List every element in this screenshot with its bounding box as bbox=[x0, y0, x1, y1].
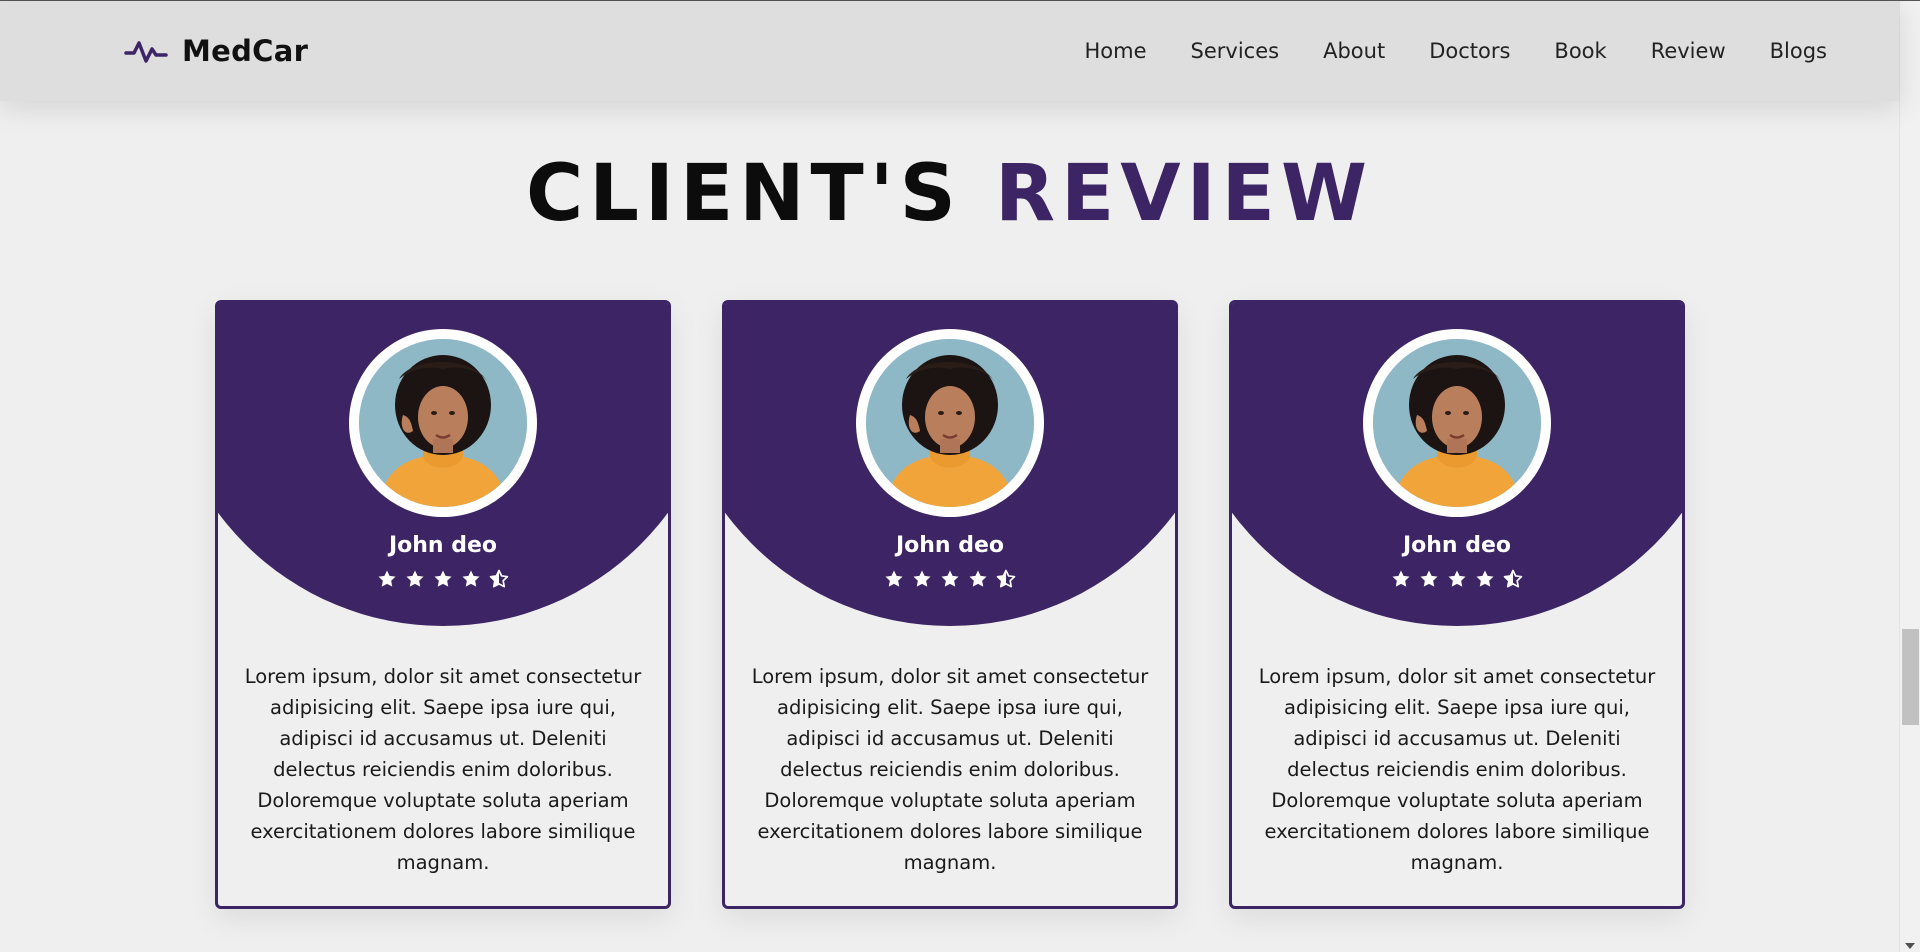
rating-stars bbox=[725, 569, 1175, 589]
main-nav: Home Services About Doctors Book Review … bbox=[1085, 39, 1827, 63]
reviewer-photo bbox=[1373, 339, 1541, 507]
section-title-main: CLIENT'S bbox=[525, 149, 962, 239]
star-icon bbox=[969, 570, 987, 587]
review-text: Lorem ipsum, dolor sit amet consectetur … bbox=[1258, 665, 1656, 874]
reviewer-name: John deo bbox=[388, 533, 498, 558]
avatar bbox=[856, 329, 1044, 517]
nav-home[interactable]: Home bbox=[1085, 39, 1147, 63]
avatar bbox=[1363, 329, 1551, 517]
star-icon bbox=[462, 570, 480, 587]
star-icon bbox=[406, 570, 424, 587]
star-icon bbox=[913, 570, 931, 587]
star-half-icon bbox=[1503, 569, 1523, 588]
review-card: John deo Lorem ipsum, dolor sit amet con… bbox=[215, 300, 671, 909]
rating-stars bbox=[218, 569, 668, 589]
star-icon bbox=[885, 570, 903, 587]
review-card: John deo Lorem ipsum, dolor sit amet con… bbox=[1229, 300, 1685, 909]
star-icon bbox=[1448, 570, 1466, 587]
scroll-down-arrow-icon[interactable] bbox=[1905, 943, 1915, 949]
star-icon bbox=[434, 570, 452, 587]
star-icon bbox=[941, 570, 959, 587]
section-title-accent: REVIEW bbox=[994, 149, 1373, 239]
reviewer-name: John deo bbox=[1402, 533, 1512, 558]
star-icon bbox=[378, 570, 396, 587]
review-card: John deo Lorem ipsum, dolor sit amet con… bbox=[722, 300, 1178, 909]
avatar bbox=[349, 329, 537, 517]
reviewer-name: John deo bbox=[895, 533, 1005, 558]
site-header: MedCar Home Services About Doctors Book … bbox=[0, 1, 1899, 101]
nav-doctors[interactable]: Doctors bbox=[1429, 39, 1510, 63]
section-title: CLIENT'S REVIEW bbox=[0, 149, 1899, 239]
rating-stars bbox=[1232, 569, 1682, 589]
nav-about[interactable]: About bbox=[1323, 39, 1385, 63]
star-icon bbox=[1476, 570, 1494, 587]
review-text: Lorem ipsum, dolor sit amet consectetur … bbox=[751, 665, 1149, 874]
nav-services[interactable]: Services bbox=[1191, 39, 1280, 63]
scrollbar-thumb[interactable] bbox=[1902, 629, 1919, 725]
nav-book[interactable]: Book bbox=[1554, 39, 1606, 63]
nav-review[interactable]: Review bbox=[1651, 39, 1726, 63]
reviewer-photo bbox=[359, 339, 527, 507]
star-half-icon bbox=[489, 569, 509, 588]
pulse-icon bbox=[124, 41, 168, 63]
review-cards: John deo Lorem ipsum, dolor sit amet con… bbox=[215, 300, 1685, 909]
star-icon bbox=[1392, 570, 1410, 587]
brand-logo[interactable]: MedCar bbox=[124, 34, 308, 68]
review-text: Lorem ipsum, dolor sit amet consectetur … bbox=[244, 665, 642, 874]
page-scrollbar[interactable] bbox=[1899, 1, 1920, 952]
star-half-icon bbox=[996, 569, 1016, 588]
star-icon bbox=[1420, 570, 1438, 587]
nav-blogs[interactable]: Blogs bbox=[1770, 39, 1827, 63]
reviewer-photo bbox=[866, 339, 1034, 507]
brand-name: MedCar bbox=[182, 34, 309, 68]
